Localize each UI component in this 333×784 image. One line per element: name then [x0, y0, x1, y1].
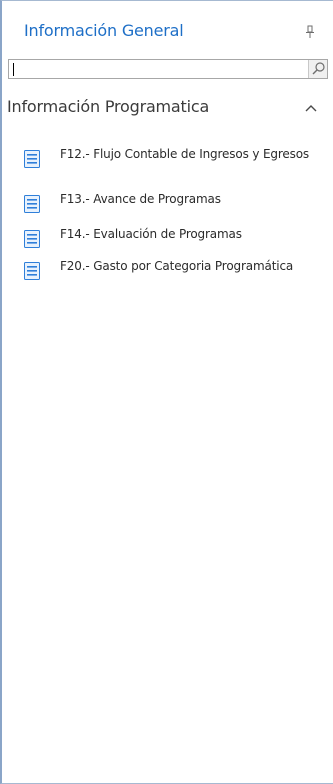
search-box[interactable] — [8, 59, 328, 79]
list-icon — [24, 150, 40, 168]
search-icon — [312, 62, 325, 75]
list-item-label: F14.- Evaluación de Programas — [60, 227, 242, 241]
info-panel: Información General Información Programa… — [0, 0, 333, 784]
section-header[interactable]: Información Programatica — [2, 93, 333, 123]
list-icon — [24, 230, 40, 248]
list-icon — [24, 262, 40, 280]
text-caret — [13, 63, 14, 76]
search-input[interactable] — [11, 61, 304, 77]
chevron-up-icon[interactable] — [303, 102, 319, 114]
panel-title: Información General — [24, 21, 184, 40]
panel-header: Información General — [2, 1, 333, 57]
pin-icon[interactable] — [305, 25, 315, 39]
list-icon — [24, 195, 40, 213]
search-button[interactable] — [308, 60, 327, 78]
section-title: Información Programatica — [7, 97, 210, 116]
list-item-label: F20.- Gasto por Categoria Programática — [60, 259, 294, 273]
list-item-label: F13.- Avance de Programas — [60, 192, 221, 206]
list-item-label: F12.- Flujo Contable de Ingresos y Egres… — [60, 147, 309, 161]
